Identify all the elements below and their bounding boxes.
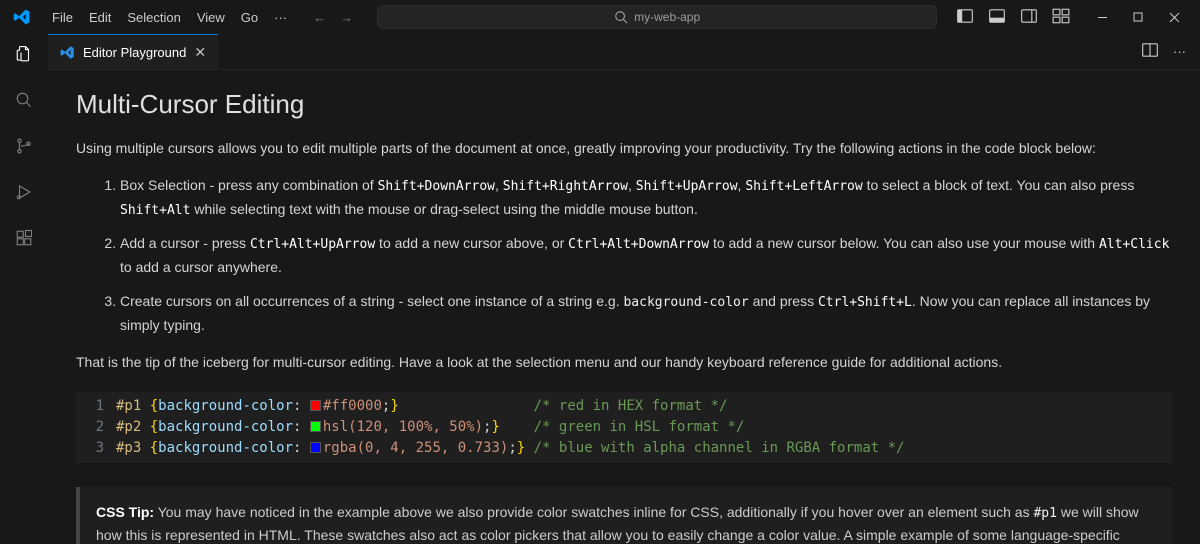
toggle-secondary-sidebar-icon[interactable]: [1020, 7, 1038, 28]
menu-bar: File Edit Selection View Go ···: [44, 6, 295, 29]
extensions-icon[interactable]: [12, 226, 36, 250]
activity-search-icon[interactable]: [12, 88, 36, 112]
vscode-logo-icon: [12, 7, 32, 27]
layout-controls: [956, 7, 1070, 28]
customize-layout-icon[interactable]: [1052, 7, 1070, 28]
tab-close-icon[interactable]: ✕: [194, 44, 206, 61]
menu-more-icon[interactable]: ···: [266, 6, 295, 29]
outro-text: That is the tip of the iceberg for multi…: [76, 352, 1172, 374]
list-item: Add a cursor - press Ctrl+Alt+UpArrow to…: [120, 232, 1172, 280]
editor-actions: ···: [1127, 34, 1200, 69]
nav-forward-icon[interactable]: →: [340, 10, 353, 25]
menu-file[interactable]: File: [44, 6, 81, 29]
menu-selection[interactable]: Selection: [119, 6, 188, 29]
list-item: Create cursors on all occurrences of a s…: [120, 290, 1172, 338]
command-center[interactable]: my-web-app: [377, 5, 937, 29]
window-controls: [1084, 2, 1192, 32]
close-button[interactable]: [1156, 2, 1192, 32]
source-control-icon[interactable]: [12, 134, 36, 158]
run-debug-icon[interactable]: [12, 180, 36, 204]
list-item: Box Selection - press any combination of…: [120, 174, 1172, 222]
editor-content: Multi-Cursor Editing Using multiple curs…: [48, 70, 1200, 544]
titlebar: File Edit Selection View Go ··· ← → my-w…: [0, 0, 1200, 34]
minimize-button[interactable]: [1084, 2, 1120, 32]
page-title: Multi-Cursor Editing: [76, 84, 1172, 124]
css-tip: CSS Tip: You may have noticed in the exa…: [76, 487, 1172, 544]
nav-back-icon[interactable]: ←: [313, 10, 326, 25]
command-center-text: my-web-app: [634, 10, 700, 24]
split-editor-icon[interactable]: [1141, 41, 1159, 62]
tab-bar: Editor Playground ✕ ···: [48, 34, 1200, 70]
menu-edit[interactable]: Edit: [81, 6, 119, 29]
maximize-button[interactable]: [1120, 2, 1156, 32]
nav-arrows: ← →: [313, 10, 353, 25]
code-block[interactable]: 123 #p1 {background-color: #ff0000;} /* …: [76, 392, 1172, 463]
editor-more-icon[interactable]: ···: [1173, 44, 1186, 59]
menu-view[interactable]: View: [189, 6, 233, 29]
activity-bar: [0, 34, 48, 544]
tab-label: Editor Playground: [83, 45, 186, 60]
toggle-panel-icon[interactable]: [988, 7, 1006, 28]
tab-editor-playground[interactable]: Editor Playground ✕: [48, 34, 218, 69]
instruction-list: Box Selection - press any combination of…: [76, 174, 1172, 338]
toggle-primary-sidebar-icon[interactable]: [956, 7, 974, 28]
tip-label: CSS Tip:: [96, 504, 154, 520]
code-lines: #p1 {background-color: #ff0000;} /* red …: [116, 392, 1172, 463]
line-gutter: 123: [76, 392, 116, 463]
search-icon: [614, 10, 628, 24]
intro-text: Using multiple cursors allows you to edi…: [76, 138, 1172, 160]
menu-go[interactable]: Go: [233, 6, 266, 29]
tab-vscode-icon: [60, 45, 75, 60]
explorer-icon[interactable]: [12, 42, 36, 66]
